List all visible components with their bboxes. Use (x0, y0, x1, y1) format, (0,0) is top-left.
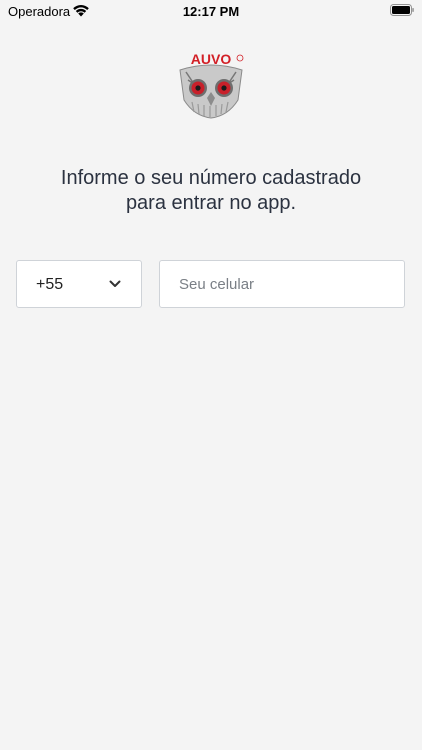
phone-input[interactable] (160, 261, 404, 307)
auvo-owl-logo: AUVO (179, 51, 244, 119)
instruction-line-1: Informe o seu número cadastrado (60, 167, 362, 189)
country-code-select[interactable]: +55 (16, 260, 142, 308)
instruction-line-2: para entrar no app. (125, 192, 297, 214)
phone-field (159, 260, 405, 308)
instruction-text: Informe o seu número cadastrado para ent… (20, 166, 402, 216)
battery-icon (390, 4, 414, 16)
chevron-down-icon (109, 280, 121, 287)
logo-brand-text: AUVO (191, 51, 232, 67)
country-code-value: +55 (36, 276, 64, 293)
status-time: 12:17 PM (182, 4, 240, 19)
status-bar: Operadora 12:17 PM (0, 0, 422, 22)
